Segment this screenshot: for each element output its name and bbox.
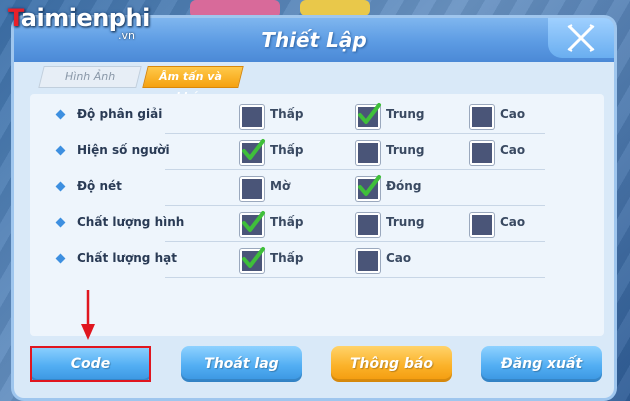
check-icon bbox=[242, 211, 265, 232]
option-label: Đóng bbox=[386, 179, 422, 193]
option-label: Trung bbox=[386, 215, 425, 229]
option-label: Cao bbox=[500, 215, 526, 229]
checkbox-unchecked[interactable] bbox=[470, 141, 494, 165]
checkbox-unchecked[interactable] bbox=[356, 213, 380, 237]
watermark-logo: Taimienphi .vn bbox=[8, 4, 150, 42]
row-divider bbox=[165, 205, 545, 206]
checkbox-checked[interactable] bbox=[240, 139, 265, 165]
check-icon bbox=[358, 175, 381, 196]
close-button[interactable] bbox=[548, 18, 614, 58]
option-label: Trung bbox=[386, 107, 425, 121]
row-divider bbox=[165, 133, 545, 134]
background-car bbox=[300, 0, 370, 16]
option-label: Cao bbox=[500, 143, 526, 157]
checkbox-checked[interactable] bbox=[356, 175, 381, 201]
logout-button[interactable]: Đăng xuất bbox=[481, 346, 602, 382]
option-label: Thấp bbox=[270, 215, 304, 229]
row-divider bbox=[165, 241, 545, 242]
checkbox-checked[interactable] bbox=[356, 103, 381, 129]
setting-label: Chất lượng hạt bbox=[77, 251, 177, 265]
code-button-highlight bbox=[30, 346, 151, 382]
setting-label: Độ nét bbox=[77, 179, 122, 193]
check-icon bbox=[242, 247, 265, 268]
row-divider bbox=[165, 277, 545, 278]
option-label: Trung bbox=[386, 143, 425, 157]
option-label: Thấp bbox=[270, 143, 304, 157]
tab-image[interactable]: Hình Ảnh bbox=[38, 66, 142, 88]
row-divider bbox=[165, 169, 545, 170]
check-icon bbox=[242, 139, 265, 160]
tab-sound-and-other[interactable]: Âm tấn và khác bbox=[142, 66, 244, 103]
checkbox-unchecked[interactable] bbox=[240, 105, 264, 129]
check-icon bbox=[358, 103, 381, 124]
checkbox-unchecked[interactable] bbox=[470, 105, 494, 129]
option-label: Cao bbox=[500, 107, 526, 121]
setting-label: Hiện số người bbox=[77, 143, 170, 157]
option-label: Cao bbox=[386, 251, 412, 265]
checkbox-checked[interactable] bbox=[240, 247, 265, 273]
setting-label: Chất lượng hình bbox=[77, 215, 185, 229]
checkbox-checked[interactable] bbox=[240, 211, 265, 237]
setting-label: Độ phân giải bbox=[77, 107, 163, 121]
watermark-tld: .vn bbox=[118, 29, 135, 42]
option-label: Mờ bbox=[270, 179, 291, 193]
announcement-button[interactable]: Thông báo bbox=[331, 346, 452, 382]
fix-lag-button[interactable]: Thoát lag bbox=[181, 346, 302, 382]
option-label: Thấp bbox=[270, 251, 304, 265]
down-arrow-icon bbox=[81, 290, 95, 340]
close-icon bbox=[567, 24, 595, 52]
checkbox-unchecked[interactable] bbox=[356, 141, 380, 165]
checkbox-unchecked[interactable] bbox=[240, 177, 264, 201]
checkbox-unchecked[interactable] bbox=[356, 249, 380, 273]
option-label: Thấp bbox=[270, 107, 304, 121]
watermark-brand: Taimienphi bbox=[8, 4, 150, 32]
background-car bbox=[190, 0, 280, 18]
checkbox-unchecked[interactable] bbox=[470, 213, 494, 237]
